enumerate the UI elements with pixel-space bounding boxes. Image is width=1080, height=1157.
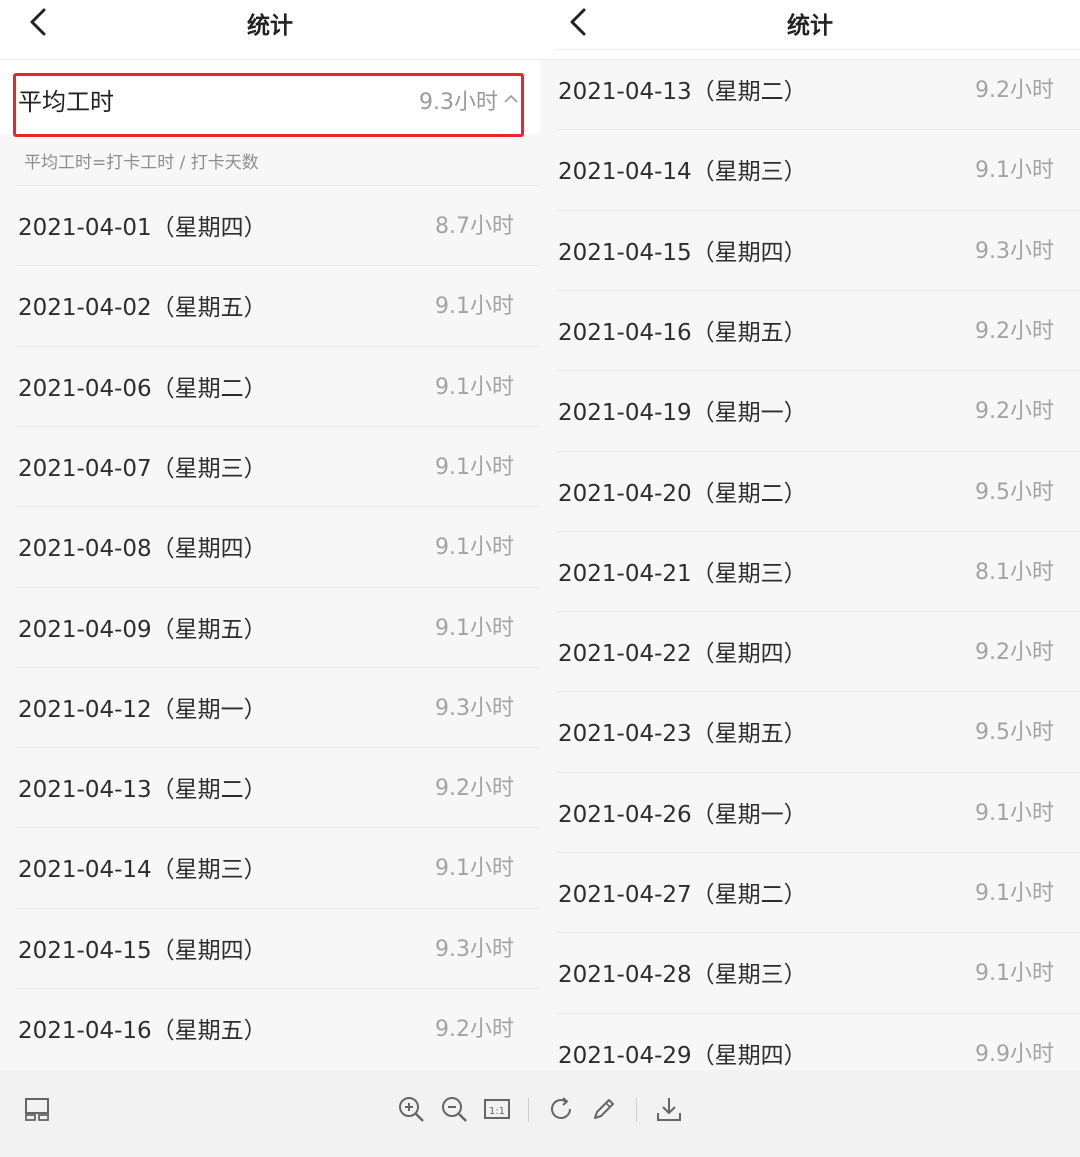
average-formula-note: 平均工时=打卡工时 / 打卡天数 <box>24 153 259 173</box>
record-hours: 8.1小时 <box>975 559 1054 585</box>
list-item[interactable]: 2021-04-02（星期五） 9.1小时 <box>16 265 540 345</box>
list-item[interactable]: 2021-04-22（星期四） 9.2小时 <box>556 611 1080 691</box>
record-date: 2021-04-26（星期一） <box>558 801 807 828</box>
list-item[interactable]: 2021-04-13（星期二） 9.2小时 <box>16 747 540 827</box>
record-date: 2021-04-15（星期四） <box>558 239 807 266</box>
list-item[interactable]: 2021-04-19（星期一） 9.2小时 <box>556 370 1080 450</box>
list-item[interactable]: 2021-04-09（星期五） 9.1小时 <box>16 586 540 667</box>
page-title: 统计 <box>247 13 293 39</box>
actual-size-icon[interactable]: 1:1 <box>482 1094 512 1124</box>
record-date: 2021-04-16（星期五） <box>18 1018 267 1044</box>
list-item[interactable]: 2021-04-16（星期五） 9.2小时 <box>556 289 1080 370</box>
record-date: 2021-04-21（星期三） <box>558 560 807 587</box>
image-viewer-toolbar: 1:1 <box>0 1070 1080 1157</box>
record-date: 2021-04-27（星期二） <box>558 882 807 908</box>
list-item[interactable]: 2021-04-12（星期一） 9.3小时 <box>16 666 540 747</box>
record-hours: 9.2小时 <box>435 776 514 802</box>
record-date: 2021-04-15（星期四） <box>18 937 267 964</box>
record-hours: 9.5小时 <box>975 720 1054 746</box>
record-date: 2021-04-09（星期五） <box>18 616 267 643</box>
list-item[interactable]: 2021-04-21（星期三） 8.1小时 <box>556 530 1080 611</box>
record-date: 2021-04-28（星期三） <box>558 962 807 989</box>
record-date: 2021-04-14（星期三） <box>558 159 807 186</box>
record-date: 2021-04-07（星期三） <box>18 455 267 482</box>
record-date: 2021-04-22（星期四） <box>558 641 807 668</box>
zoom-in-icon[interactable] <box>396 1094 426 1124</box>
record-hours: 9.2小时 <box>975 318 1054 344</box>
list-item[interactable]: 2021-04-06（星期二） 9.1小时 <box>16 345 540 426</box>
record-hours: 9.1小时 <box>975 158 1054 184</box>
record-date: 2021-04-16（星期五） <box>558 319 807 346</box>
record-hours: 9.9小时 <box>975 1041 1054 1067</box>
download-icon[interactable] <box>654 1094 684 1124</box>
page-title: 统计 <box>787 13 833 39</box>
record-date: 2021-04-02（星期五） <box>18 295 267 322</box>
list-item[interactable]: 2021-04-26（星期一） 9.1小时 <box>556 771 1080 852</box>
list-item[interactable]: 2021-04-14（星期三） 9.1小时 <box>556 129 1080 209</box>
record-date: 2021-04-23（星期五） <box>558 721 807 748</box>
list-item[interactable]: 2021-04-23（星期五） 9.5小时 <box>556 691 1080 771</box>
right-screenshot-panel: 统计 2021-04-13（星期二） 9.2小时 2021-04-14（星期三） 9.… <box>540 0 1080 1070</box>
list-item[interactable]: 2021-04-20（星期二） 9.5小时 <box>556 450 1080 531</box>
record-hours: 9.1小时 <box>975 961 1054 987</box>
list-item[interactable]: 2021-04-07（星期三） 9.1小时 <box>16 425 540 506</box>
record-date: 2021-04-20（星期二） <box>558 480 807 507</box>
record-hours: 9.1小时 <box>435 294 514 320</box>
record-hours: 9.1小时 <box>435 374 514 400</box>
record-hours: 8.7小时 <box>435 214 514 239</box>
list-item[interactable]: 2021-04-16（星期五） 9.2小时 <box>16 988 540 1068</box>
record-hours: 9.1小时 <box>435 856 514 882</box>
record-date: 2021-04-08（星期四） <box>18 536 267 563</box>
left-screenshot-panel: 统计 平均工时 9.3小时 平均工时=打卡工时 / 打卡天数 2021-04-0… <box>0 0 540 1070</box>
list-item[interactable]: 2021-04-08（星期四） 9.1小时 <box>16 506 540 586</box>
record-date: 2021-04-12（星期一） <box>18 696 267 723</box>
record-hours: 9.2小时 <box>975 399 1054 425</box>
list-item[interactable]: 2021-04-15（星期四） 9.3小时 <box>556 209 1080 290</box>
record-hours: 9.1小时 <box>435 454 514 480</box>
record-hours: 9.2小时 <box>435 1017 514 1042</box>
edit-icon[interactable] <box>589 1094 619 1124</box>
list-item[interactable]: 2021-04-28（星期三） 9.1小时 <box>556 932 1080 1012</box>
record-date: 2021-04-29（星期四） <box>558 1042 807 1069</box>
toolbar-divider <box>528 1098 529 1122</box>
record-hours: 9.2小时 <box>975 640 1054 666</box>
record-hours: 9.1小时 <box>435 615 514 641</box>
record-hours: 9.3小时 <box>435 936 514 962</box>
toolbar-divider <box>636 1098 637 1122</box>
list-item[interactable]: 2021-04-13（星期二） 9.2小时 <box>556 49 1080 129</box>
record-hours: 9.5小时 <box>975 479 1054 505</box>
record-hours: 9.1小时 <box>975 800 1054 826</box>
record-date: 2021-04-13（星期二） <box>18 777 267 804</box>
nav-bar: 统计 <box>0 0 540 60</box>
record-date: 2021-04-14（星期三） <box>18 857 267 884</box>
record-hours: 9.1小时 <box>975 881 1054 906</box>
record-date: 2021-04-13（星期二） <box>558 79 807 105</box>
record-hours: 9.3小时 <box>975 238 1054 264</box>
actual-size-label: 1:1 <box>489 1106 505 1117</box>
record-hours: 9.2小时 <box>975 78 1054 103</box>
thumbnail-icon[interactable] <box>22 1094 52 1124</box>
list-item[interactable]: 2021-04-27（星期二） 9.1小时 <box>556 852 1080 932</box>
record-date: 2021-04-01（星期四） <box>18 215 267 241</box>
rotate-icon[interactable] <box>546 1094 576 1124</box>
highlight-annotation-box <box>13 73 524 137</box>
record-hours: 9.1小时 <box>435 535 514 561</box>
list-item[interactable]: 2021-04-29（星期四） 9.9小时 <box>556 1012 1080 1070</box>
zoom-out-icon[interactable] <box>439 1094 469 1124</box>
record-hours: 9.3小时 <box>435 695 514 721</box>
list-item[interactable]: 2021-04-14（星期三） 9.1小时 <box>16 827 540 907</box>
record-date: 2021-04-19（星期一） <box>558 400 807 427</box>
list-item[interactable]: 2021-04-15（星期四） 9.3小时 <box>16 907 540 988</box>
list-item[interactable]: 2021-04-01（星期四） 8.7小时 <box>16 185 540 265</box>
record-date: 2021-04-06（星期二） <box>18 375 267 402</box>
